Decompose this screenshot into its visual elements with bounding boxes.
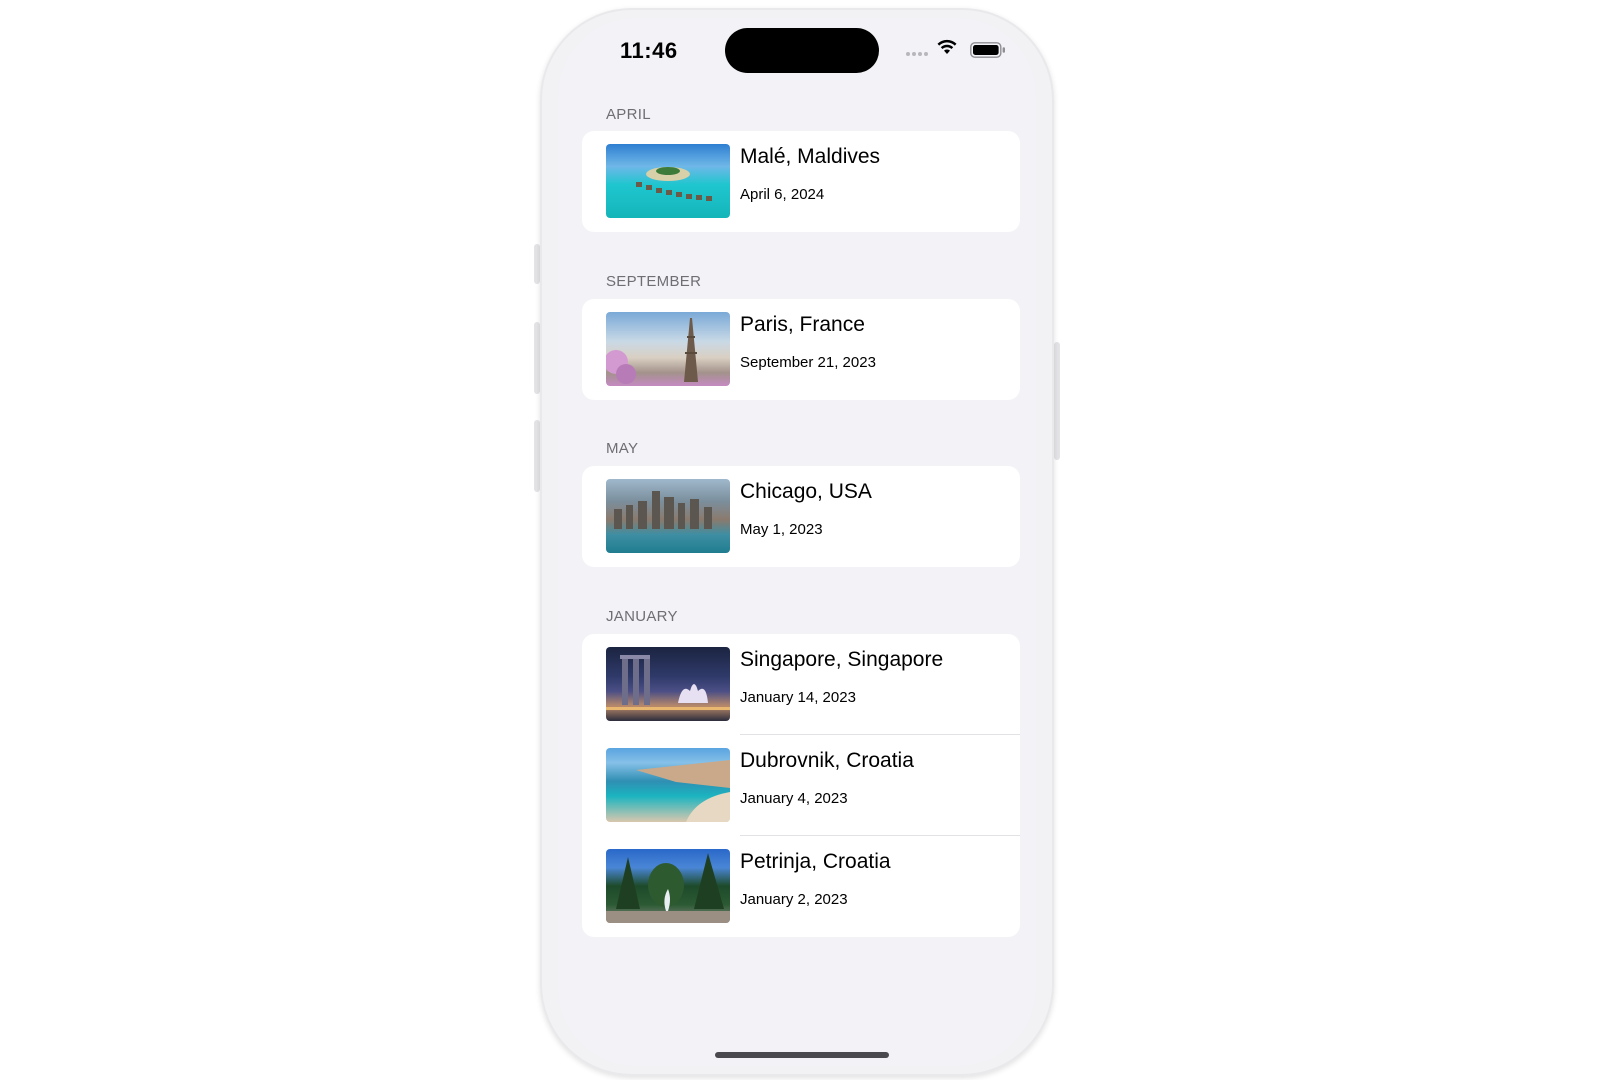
trip-title: Singapore, Singapore (740, 648, 944, 671)
trip-photo-dubrovnik (606, 748, 730, 822)
trip-date: January 4, 2023 (740, 790, 848, 807)
section-header-april: APRIL (606, 106, 651, 123)
cellular-signal-icon (906, 52, 928, 56)
trip-row-dubrovnik[interactable]: Dubrovnik, Croatia January 4, 2023 (582, 735, 1020, 836)
trip-title: Chicago, USA (740, 480, 872, 503)
trip-date: January 14, 2023 (740, 689, 856, 706)
trip-title: Malé, Maldives (740, 145, 881, 168)
trip-photo-petrinja (606, 849, 730, 923)
phone-screen: 11:46 APRIL Malé, Maldives April 6, 2024… (558, 18, 1036, 1066)
status-bar: 11:46 (558, 18, 1036, 98)
trip-photo-male (606, 144, 730, 218)
section-card-april: Malé, Maldives April 6, 2024 (582, 131, 1020, 232)
section-header-september: SEPTEMBER (606, 273, 702, 290)
section-card-may: Chicago, USA May 1, 2023 (582, 466, 1020, 567)
trip-title: Dubrovnik, Croatia (740, 749, 914, 772)
power-button[interactable] (1054, 342, 1060, 460)
section-card-september: Paris, France September 21, 2023 (582, 299, 1020, 400)
trip-row-singapore[interactable]: Singapore, Singapore January 14, 2023 (582, 634, 1020, 735)
wifi-icon (936, 38, 958, 61)
trip-row-petrinja[interactable]: Petrinja, Croatia January 2, 2023 (582, 836, 1020, 937)
trip-date: April 6, 2024 (740, 186, 825, 203)
section-card-january: Singapore, Singapore January 14, 2023 Du… (582, 634, 1020, 937)
trip-photo-paris (606, 312, 730, 386)
trip-title: Paris, France (740, 313, 865, 336)
section-header-may: MAY (606, 440, 639, 457)
trip-title: Petrinja, Croatia (740, 850, 891, 873)
trip-date: May 1, 2023 (740, 521, 823, 538)
trip-photo-chicago (606, 479, 730, 553)
home-indicator[interactable] (715, 1052, 889, 1058)
dynamic-island (725, 28, 879, 73)
trip-row-chicago[interactable]: Chicago, USA May 1, 2023 (582, 466, 1020, 567)
status-time: 11:46 (620, 38, 678, 63)
battery-icon (970, 42, 1006, 63)
section-header-january: JANUARY (606, 608, 678, 625)
trip-row-male[interactable]: Malé, Maldives April 6, 2024 (582, 131, 1020, 232)
trip-date: January 2, 2023 (740, 891, 848, 908)
trip-date: September 21, 2023 (740, 354, 876, 371)
trip-row-paris[interactable]: Paris, France September 21, 2023 (582, 299, 1020, 400)
trip-photo-singapore (606, 647, 730, 721)
